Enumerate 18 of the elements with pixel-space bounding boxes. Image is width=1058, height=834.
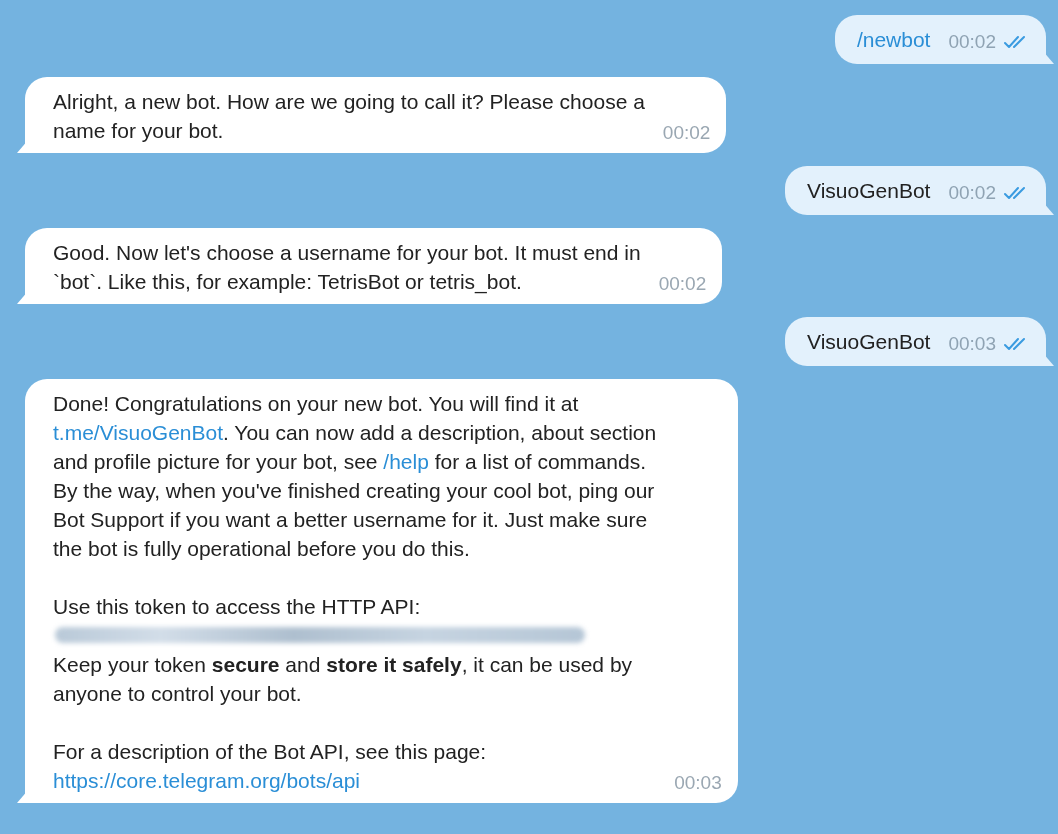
message-text: Good. Now let's choose a username for your bot. It must end in `bot`. Like this, for example: TetrisBot or tetris_bot. [53, 240, 641, 296]
message-text: Use this token to access the HTTP API: [53, 594, 422, 620]
message-text: Alright, a new bot. How are we going to call it? Please choose a name for your bot. [53, 89, 645, 144]
message-text: Done! Congratulations on your new bot. You will find it at t.me/VisuoGenBot. You can now add a description, about section and profile picture for your bot, see /help for a list of commands. By the way, when you've finished creating your cool bot, ping our Bot Support if you want a better username for it. Just make sure the bot is fully operational before you do this. [53, 391, 657, 562]
timestamp: 00:02 [662, 121, 711, 145]
message-text: VisuoGenBot [807, 178, 931, 204]
timestamp: 00:02 [658, 272, 707, 296]
timestamp: 00:03 [674, 771, 722, 795]
link[interactable]: /help [383, 450, 429, 473]
timestamp: 00:03 [948, 332, 996, 356]
timestamp: 00:02 [948, 30, 996, 54]
message-text: VisuoGenBot [807, 329, 931, 355]
link[interactable]: t.me/VisuoGenBot [53, 421, 224, 444]
link[interactable]: https://core.telegram.org/bots/api [53, 769, 360, 792]
message-text: /newbot [856, 27, 931, 53]
message-text: Keep your token secure and store it safely, it can be used by anyone to control your bot. [53, 652, 634, 707]
message-text: For a description of the Bot API, see this page: https://core.telegram.org/bots/api [53, 739, 488, 794]
timestamp: 00:02 [948, 181, 996, 205]
